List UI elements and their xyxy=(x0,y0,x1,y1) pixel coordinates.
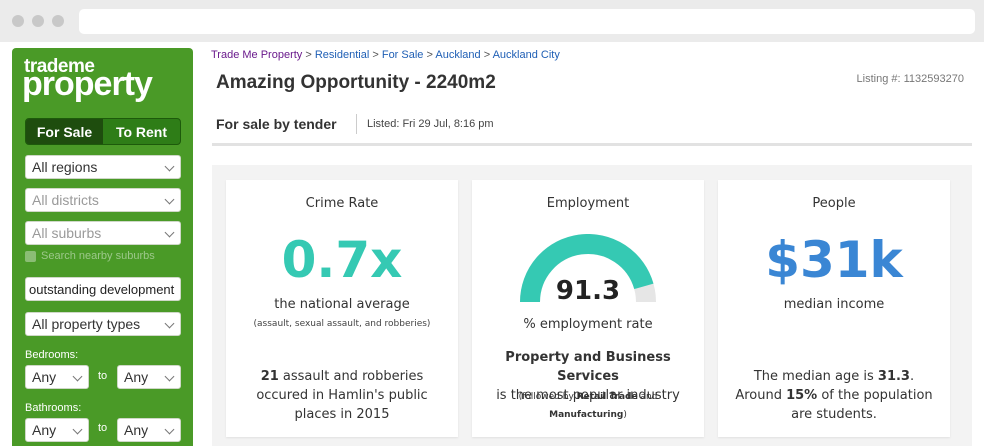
employment-card: Employment 91.3 % employment rate Proper… xyxy=(472,180,704,437)
followed-suffix: ) xyxy=(623,410,627,420)
crime-rate-card: Crime Rate 0.7x the national average (as… xyxy=(226,180,458,437)
chevron-down-icon xyxy=(164,424,175,435)
bedrooms-to-label: to xyxy=(98,370,108,382)
top-industry: Property and Business Services xyxy=(505,350,671,384)
chevron-down-icon xyxy=(164,318,175,329)
chevron-down-icon xyxy=(164,227,175,238)
bathrooms-label: Bathrooms: xyxy=(25,402,82,414)
nearby-suburbs-checkbox[interactable] xyxy=(25,250,36,262)
breadcrumb-auckland-city[interactable]: Auckland City xyxy=(493,49,560,61)
chevron-down-icon xyxy=(72,424,83,435)
crime-card-title: Crime Rate xyxy=(305,196,379,211)
districts-select-value: All districts xyxy=(32,192,99,208)
followed-and: and xyxy=(637,392,658,402)
property-type-select[interactable]: All property types xyxy=(25,312,181,336)
bedrooms-max-value: Any xyxy=(124,369,149,385)
keyword-input[interactable]: outstanding development xyxy=(25,277,181,301)
crime-rate-subtitle: the national average xyxy=(274,297,410,312)
bedrooms-label: Bedrooms: xyxy=(25,349,79,361)
window-maximize-dot[interactable] xyxy=(52,15,64,27)
browser-chrome xyxy=(0,0,984,42)
employment-value: 91.3 xyxy=(555,276,621,306)
crime-count: 21 xyxy=(260,369,279,384)
window-close-dot[interactable] xyxy=(12,15,24,27)
breadcrumb-separator: > xyxy=(426,49,433,61)
listing-title: Amazing Opportunity - 2240m2 xyxy=(216,72,496,93)
listed-date: Listed: Fri 29 Jul, 8:16 pm xyxy=(367,118,494,130)
bathrooms-min-value: Any xyxy=(32,422,57,438)
bathrooms-min-select[interactable]: Any xyxy=(25,418,89,442)
suburbs-select-value: All suburbs xyxy=(32,225,102,241)
crime-description-text: assault and robberies occured in Hamlin'… xyxy=(256,369,428,422)
people-card-title: People xyxy=(812,196,856,211)
crime-rate-note: (assault, sexual assault, and robberies) xyxy=(253,319,431,329)
industry-retail: Retail Trade xyxy=(576,392,638,402)
bathrooms-max-value: Any xyxy=(124,422,149,438)
window-minimize-dot[interactable] xyxy=(32,15,44,27)
median-income-label: median income xyxy=(783,297,885,312)
bedrooms-min-select[interactable]: Any xyxy=(25,365,89,389)
industry-manufacturing: Manufacturing xyxy=(549,410,624,420)
student-percent: 15% xyxy=(786,388,818,403)
districts-select[interactable]: All districts xyxy=(25,188,181,212)
chevron-down-icon xyxy=(72,371,83,382)
property-type-select-value: All property types xyxy=(32,316,141,332)
breadcrumb-separator: > xyxy=(483,49,491,61)
regions-select-value: All regions xyxy=(32,159,98,175)
search-sidebar: trademe property For Sale To Rent All re… xyxy=(12,48,193,446)
people-card: People $31k median income The median age… xyxy=(718,180,950,437)
bathrooms-max-select[interactable]: Any xyxy=(117,418,181,442)
median-age: 31.3 xyxy=(877,369,910,384)
sale-rent-toggle: For Sale To Rent xyxy=(25,118,181,145)
industry-followed-by: (followed by Retail Trade and Manufactur… xyxy=(486,388,690,424)
breadcrumb-separator: > xyxy=(372,49,379,61)
followed-prefix: (followed by xyxy=(518,392,577,402)
employment-card-title: Employment xyxy=(546,196,630,211)
tab-for-sale[interactable]: For Sale xyxy=(26,119,103,144)
employment-subtitle: % employment rate xyxy=(523,317,653,332)
people-desc-pre: The median age is xyxy=(753,369,878,384)
suburbs-select[interactable]: All suburbs xyxy=(25,221,181,245)
breadcrumb-trade-me-property[interactable]: Trade Me Property xyxy=(211,49,302,61)
chevron-down-icon xyxy=(164,161,175,172)
listing-number: Listing #: 1132593270 xyxy=(856,73,964,85)
nearby-suburbs-option: Search nearby suburbs xyxy=(25,250,155,262)
logo-property: property xyxy=(22,65,153,103)
chevron-down-icon xyxy=(164,194,175,205)
bedrooms-max-select[interactable]: Any xyxy=(117,365,181,389)
crime-rate-value: 0.7x xyxy=(281,231,403,289)
header-divider xyxy=(356,114,357,134)
regions-select[interactable]: All regions xyxy=(25,155,181,179)
nearby-suburbs-label: Search nearby suburbs xyxy=(41,250,155,262)
crime-description: 21 assault and robberies occured in Haml… xyxy=(240,367,444,424)
header-rule xyxy=(212,143,972,146)
address-bar[interactable] xyxy=(79,9,975,34)
bedrooms-min-value: Any xyxy=(32,369,57,385)
chevron-down-icon xyxy=(164,371,175,382)
breadcrumb: Trade Me Property > Residential > For Sa… xyxy=(211,49,560,61)
sale-type: For sale by tender xyxy=(216,116,337,132)
breadcrumb-residential[interactable]: Residential xyxy=(315,49,369,61)
breadcrumb-for-sale[interactable]: For Sale xyxy=(382,49,424,61)
bathrooms-to-label: to xyxy=(98,422,108,434)
median-income-value: $31k xyxy=(765,231,903,289)
tab-to-rent[interactable]: To Rent xyxy=(103,119,180,144)
breadcrumb-auckland[interactable]: Auckland xyxy=(435,49,480,61)
breadcrumb-separator: > xyxy=(305,49,312,61)
people-description: The median age is 31.3. Around 15% of th… xyxy=(732,367,936,424)
